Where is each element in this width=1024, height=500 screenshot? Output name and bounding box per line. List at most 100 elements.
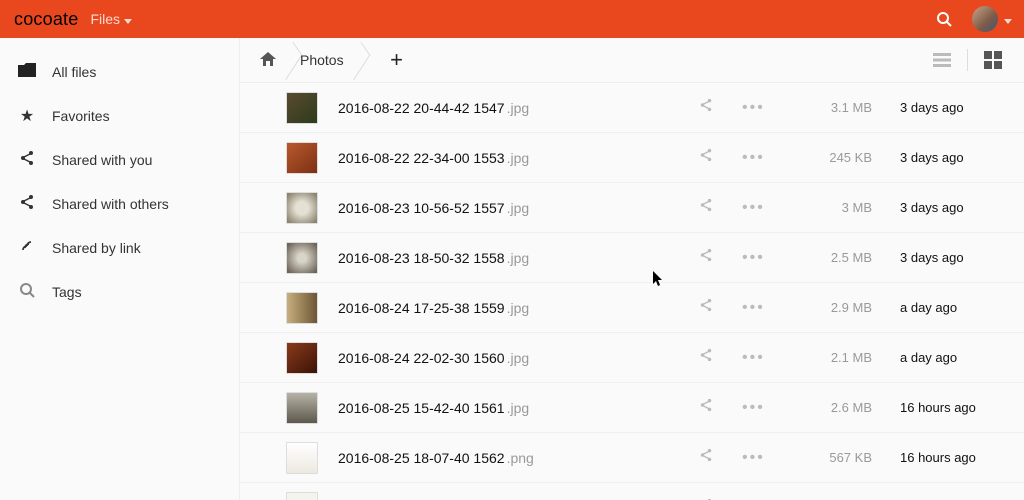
- file-thumbnail: [286, 242, 318, 274]
- sidebar-item-shared-with-you[interactable]: Shared with you: [0, 138, 239, 182]
- file-ext: .jpg: [507, 350, 530, 366]
- search-icon[interactable]: [932, 11, 956, 27]
- more-icon[interactable]: •••: [742, 449, 762, 467]
- file-basename: 2016-08-25 18-07-40 1562: [338, 450, 505, 466]
- share-icon[interactable]: [696, 398, 716, 417]
- file-thumbnail: [286, 292, 318, 324]
- file-name: 2016-08-23 18-50-32 1558.jpg: [338, 250, 696, 266]
- file-basename: 2016-08-24 17-25-38 1559: [338, 300, 505, 316]
- more-icon[interactable]: •••: [742, 99, 762, 117]
- file-size: 567 KB: [802, 450, 872, 465]
- divider: [967, 49, 968, 71]
- file-size: 2.5 MB: [802, 250, 872, 265]
- sidebar-item-favorites[interactable]: ★ Favorites: [0, 94, 239, 138]
- sidebar-item-all-files[interactable]: All files: [0, 50, 239, 94]
- file-size: 2.9 MB: [802, 300, 872, 315]
- file-thumbnail: [286, 492, 318, 500]
- share-icon: [18, 150, 36, 171]
- view-grid-button[interactable]: [982, 49, 1004, 71]
- file-size: 245 KB: [802, 150, 872, 165]
- file-basename: 2016-08-23 10-56-52 1557: [338, 200, 505, 216]
- file-row[interactable]: 2016-08-23 18-50-32 1558.jpg ••• 2.5 MB 3 d…: [240, 233, 1024, 283]
- cursor-icon: [653, 271, 665, 290]
- file-date: 3 days ago: [900, 100, 1010, 115]
- app-menu[interactable]: Files: [90, 11, 132, 27]
- file-name: 2016-08-25 18-07-40 1562.png: [338, 450, 696, 466]
- file-row[interactable]: 2016-08-22 20-44-42 1547.jpg•••3.1 MB3 d…: [240, 83, 1024, 133]
- more-icon[interactable]: •••: [742, 349, 762, 367]
- file-date: 16 hours ago: [900, 400, 1010, 415]
- file-ext: .png: [507, 450, 534, 466]
- file-size: 3 MB: [802, 200, 872, 215]
- add-button[interactable]: +: [380, 43, 414, 77]
- share-icon[interactable]: [696, 248, 716, 267]
- file-date: a day ago: [900, 300, 1010, 315]
- user-menu-caret-icon[interactable]: [1004, 11, 1012, 27]
- sidebar-item-shared-by-link[interactable]: Shared by link: [0, 226, 239, 270]
- more-icon[interactable]: •••: [742, 249, 762, 267]
- search-icon: [18, 282, 36, 303]
- file-thumbnail: [286, 92, 318, 124]
- share-icon[interactable]: [696, 198, 716, 217]
- file-row[interactable]: 2016-08-24 22-02-30 1560.jpg ••• 2.1 MB a d…: [240, 333, 1024, 383]
- sidebar-item-label: All files: [52, 64, 96, 80]
- file-date: 3 days ago: [900, 250, 1010, 265]
- file-name: 2016-08-25 15-42-40 1561.jpg: [338, 400, 696, 416]
- file-row[interactable]: 2016-08-25 15-42-40 1561.jpg ••• 2.6 MB 16 …: [240, 383, 1024, 433]
- sidebar-item-label: Tags: [52, 284, 82, 300]
- sidebar: All files ★ Favorites Shared with you Sh…: [0, 38, 240, 500]
- sidebar-item-label: Shared with you: [52, 152, 152, 168]
- share-icon[interactable]: [696, 98, 716, 117]
- plus-icon: +: [390, 47, 403, 73]
- avatar[interactable]: [972, 6, 998, 32]
- share-icon[interactable]: [696, 298, 716, 317]
- breadcrumb-current[interactable]: Photos: [290, 38, 358, 82]
- breadcrumb-home[interactable]: [250, 38, 290, 82]
- link-icon: [18, 238, 36, 259]
- file-size: 2.6 MB: [802, 400, 872, 415]
- file-basename: 2016-08-23 18-50-32 1558: [338, 250, 505, 266]
- file-row[interactable]: 2016-08-25 18-07-40 1562.png•••567 KB16 …: [240, 433, 1024, 483]
- file-size: 3.1 MB: [802, 100, 872, 115]
- file-name: 2016-08-23 10-56-52 1557.jpg: [338, 200, 696, 216]
- view-list-button[interactable]: [931, 49, 953, 71]
- sidebar-item-label: Favorites: [52, 108, 110, 124]
- file-ext: .jpg: [507, 250, 530, 266]
- file-name: 2016-08-24 17-25-38 1559.jpg: [338, 300, 696, 316]
- file-thumbnail: [286, 442, 318, 474]
- share-icon[interactable]: [696, 348, 716, 367]
- file-basename: 2016-08-22 20-44-42 1547: [338, 100, 505, 116]
- file-row[interactable]: 2016-08-23 10-56-52 1557.jpg ••• 3 MB 3 day…: [240, 183, 1024, 233]
- file-ext: .jpg: [507, 200, 530, 216]
- brand: cocoate: [14, 9, 78, 30]
- file-row[interactable]: 2016-08-25 18-35-03 1563.png•••87 KB16 h…: [240, 483, 1024, 500]
- more-icon[interactable]: •••: [742, 149, 762, 167]
- more-icon[interactable]: •••: [742, 199, 762, 217]
- share-icon[interactable]: [696, 148, 716, 167]
- app-menu-label: Files: [90, 11, 120, 27]
- file-date: 3 days ago: [900, 200, 1010, 215]
- file-basename: 2016-08-22 22-34-00 1553: [338, 150, 505, 166]
- file-name: 2016-08-24 22-02-30 1560.jpg: [338, 350, 696, 366]
- file-row[interactable]: 2016-08-24 17-25-38 1559.jpg ••• 2.9 MB a d…: [240, 283, 1024, 333]
- file-size: 2.1 MB: [802, 350, 872, 365]
- sidebar-item-label: Shared by link: [52, 240, 141, 256]
- file-row[interactable]: 2016-08-22 22-34-00 1553.jpg•••245 KB3 d…: [240, 133, 1024, 183]
- file-list: 2016-08-22 20-44-42 1547 .jpg ••• 3.1 MB 3 d…: [240, 83, 1024, 500]
- file-basename: 2016-08-24 22-02-30 1560: [338, 350, 505, 366]
- more-icon[interactable]: •••: [742, 399, 762, 417]
- file-thumbnail: [286, 392, 318, 424]
- share-icon[interactable]: [696, 448, 716, 467]
- star-icon: ★: [18, 106, 36, 126]
- more-icon[interactable]: •••: [742, 299, 762, 317]
- breadcrumb-bar: Photos +: [240, 38, 1024, 83]
- file-ext: .jpg: [507, 150, 530, 166]
- file-thumbnail: [286, 142, 318, 174]
- file-ext: .jpg: [507, 300, 530, 316]
- sidebar-item-label: Shared with others: [52, 196, 169, 212]
- file-date: a day ago: [900, 350, 1010, 365]
- chevron-down-icon: [124, 11, 132, 27]
- share-icon: [18, 194, 36, 215]
- sidebar-item-tags[interactable]: Tags: [0, 270, 239, 314]
- sidebar-item-shared-with-others[interactable]: Shared with others: [0, 182, 239, 226]
